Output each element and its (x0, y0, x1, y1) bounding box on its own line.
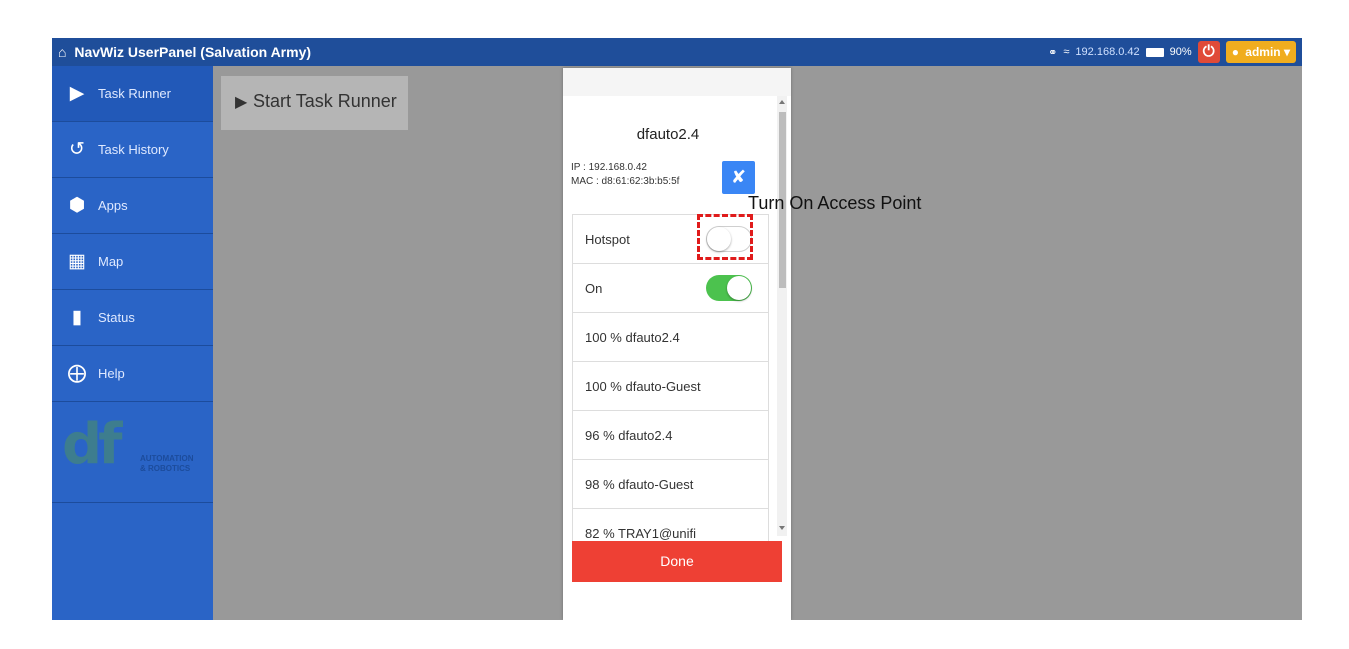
connected-ssid: dfauto2.4 (636, 126, 700, 143)
sidebar: ▶ Task Runner ↺ Task History ⬢ Apps ▦ Ma… (52, 66, 213, 620)
brand[interactable]: ⌂ NavWiz UserPanel (Salvation Army) (58, 38, 311, 66)
network-name: 82 % TRAY1@unifi (585, 526, 696, 541)
sidebar-item-label: Apps (98, 198, 128, 213)
sidebar-item-task-runner[interactable]: ▶ Task Runner (52, 66, 213, 122)
battery-level: 90% (1169, 46, 1192, 58)
sidebar-item-status[interactable]: ▮ Status (52, 290, 213, 346)
network-item[interactable]: 82 % TRAY1@unifi (573, 509, 768, 541)
dialog-header-strip (563, 68, 791, 96)
sidebar-item-label: Status (98, 310, 135, 325)
ip-info: IP : 192.168.0.42 (571, 162, 647, 173)
network-settings-button[interactable]: ✘ (722, 161, 755, 194)
toggle-knob (727, 276, 751, 300)
cube-icon: ⬢ (68, 195, 86, 216)
wifi-label: On (585, 281, 603, 296)
network-name: 96 % dfauto2.4 (585, 428, 673, 443)
home-icon: ⌂ (58, 44, 67, 60)
wifi-dialog: dfauto2.4 IP : 192.168.0.42 MAC : d8:61:… (563, 68, 791, 620)
logo-line-1: AUTOMATION (140, 454, 194, 463)
status-area: ⚭ ≈ 192.168.0.42 90% ⏻ ● admin ▾ (1048, 38, 1296, 66)
ip-address: 192.168.0.42 (1075, 46, 1140, 58)
battery-icon (1145, 47, 1164, 57)
play-icon: ▶ (69, 83, 85, 104)
annotation-text: Turn On Access Point (748, 193, 922, 213)
sidebar-item-label: Map (98, 254, 124, 269)
user-icon: ● (1231, 45, 1239, 59)
network-item[interactable]: 100 % dfauto2.4 (573, 313, 768, 362)
network-item[interactable]: 100 % dfauto-Guest (573, 362, 768, 411)
wifi-toggle[interactable] (706, 275, 752, 301)
start-task-runner-button[interactable]: ▶ Start Task Runner (221, 76, 408, 130)
network-name: 98 % dfauto-Guest (585, 477, 694, 492)
network-name: 100 % dfauto-Guest (585, 379, 701, 394)
hotspot-highlight-box (697, 214, 753, 260)
sidebar-item-label: Task Runner (98, 86, 171, 101)
wifi-row: On (573, 264, 768, 313)
network-item[interactable]: 96 % dfauto2.4 (573, 411, 768, 460)
play-icon: ▶ (235, 94, 248, 111)
top-navbar: ⌂ NavWiz UserPanel (Salvation Army) ⚭ ≈ … (52, 38, 1302, 66)
scroll-up-icon[interactable] (779, 100, 785, 104)
done-button[interactable]: Done (572, 541, 782, 582)
network-item[interactable]: 98 % dfauto-Guest (573, 460, 768, 509)
wifi-icon[interactable]: ≈ (1063, 46, 1069, 58)
sidebar-item-label: Help (98, 366, 125, 381)
user-menu[interactable]: ● admin ▾ (1225, 41, 1296, 63)
link-icon[interactable]: ⚭ (1048, 46, 1057, 59)
scroll-down-icon[interactable] (779, 526, 785, 530)
sidebar-item-apps[interactable]: ⬢ Apps (52, 178, 213, 234)
network-list-scrollbar[interactable] (777, 96, 787, 536)
chevron-down-icon: ▾ (1283, 45, 1290, 59)
user-name: admin (1245, 45, 1281, 59)
power-button[interactable]: ⏻ (1197, 41, 1220, 63)
sidebar-item-task-history[interactable]: ↺ Task History (52, 122, 213, 178)
app-window: ⌂ NavWiz UserPanel (Salvation Army) ⚭ ≈ … (52, 38, 1302, 620)
map-icon: ▦ (68, 251, 86, 272)
company-logo: df AUTOMATION & ROBOTICS (52, 402, 213, 503)
start-task-runner-label: Start Task Runner (253, 91, 397, 111)
site-name: (Salvation Army) (200, 44, 312, 60)
hotspot-label: Hotspot (585, 232, 630, 247)
tools-icon: ✘ (730, 167, 747, 187)
sidebar-item-map[interactable]: ▦ Map (52, 234, 213, 290)
bar-chart-icon: ▮ (71, 307, 83, 328)
logo-mark: df (62, 412, 122, 477)
network-list: Hotspot On 100 % dfauto2.4 100 % dfauto-… (572, 214, 769, 541)
sidebar-item-help[interactable]: ⨁ Help (52, 346, 213, 402)
app-title: NavWiz UserPanel (74, 44, 197, 60)
logo-line-2: & ROBOTICS (140, 464, 191, 473)
sidebar-item-label: Task History (98, 142, 169, 157)
lifebuoy-icon: ⨁ (67, 363, 87, 384)
mac-info: MAC : d8:61:62:3b:b5:5f (571, 176, 680, 187)
history-icon: ↺ (69, 139, 85, 160)
network-name: 100 % dfauto2.4 (585, 330, 680, 345)
